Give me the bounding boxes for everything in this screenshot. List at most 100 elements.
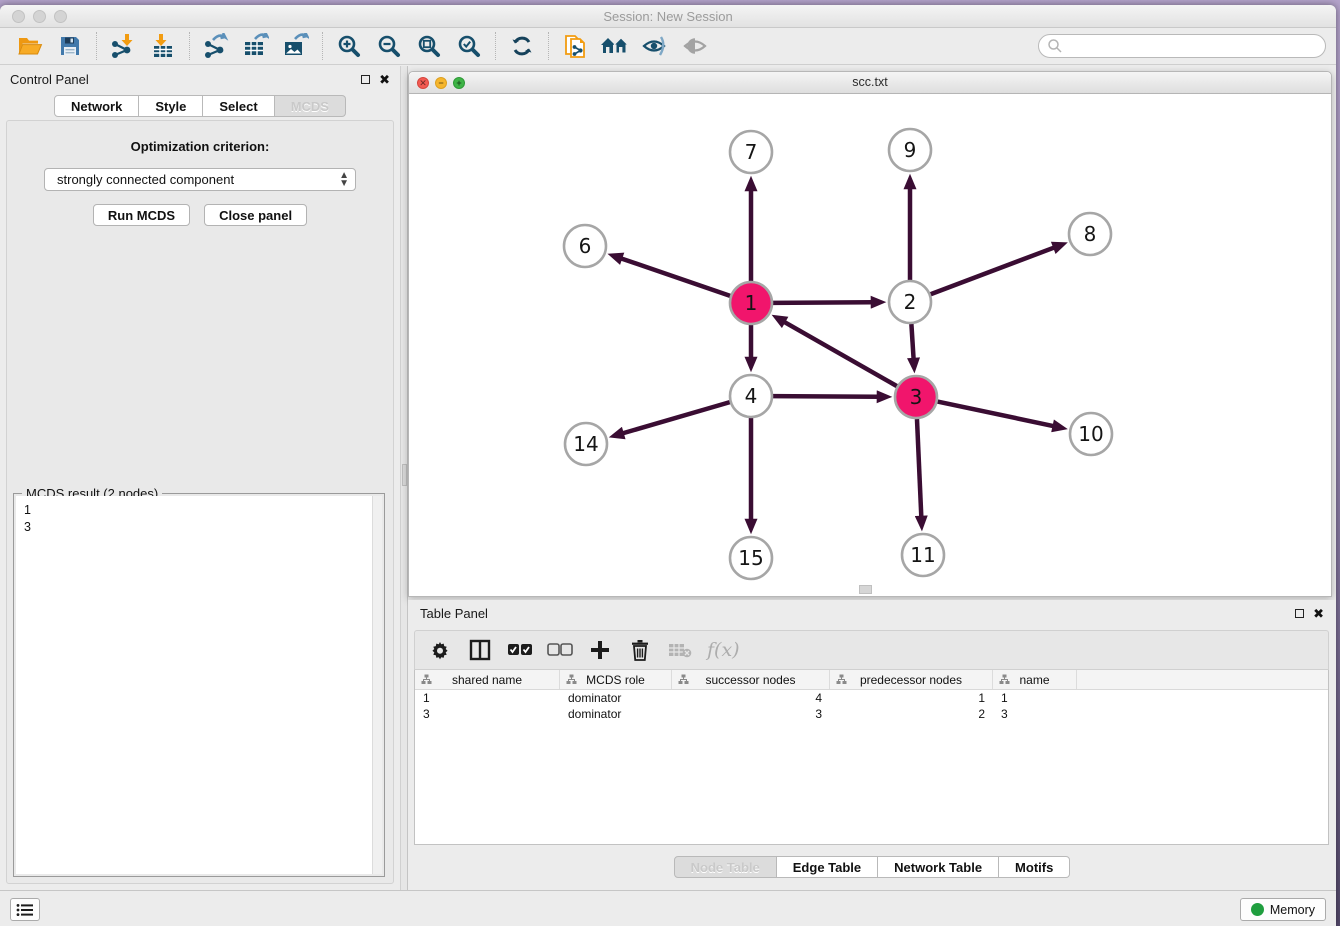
export-table-icon[interactable] — [239, 31, 273, 61]
dropdown-stepper-icon: ▲▼ — [339, 172, 349, 188]
table-row[interactable]: 1dominator411 — [415, 690, 1328, 706]
network-graph[interactable]: 7 9 6 8 1 2 4 3 14 10 15 11 — [409, 94, 1331, 596]
export-image-icon[interactable] — [279, 31, 313, 61]
result-scrollbar[interactable] — [372, 496, 382, 874]
search-input[interactable] — [1038, 34, 1326, 58]
svg-text:4: 4 — [745, 384, 758, 408]
graph-node-4[interactable]: 4 — [730, 375, 772, 417]
tab-mcds[interactable]: MCDS — [275, 95, 346, 117]
criterion-dropdown[interactable]: strongly connected component ▲▼ — [44, 168, 356, 191]
edge-3-10[interactable] — [938, 402, 1054, 427]
save-session-icon[interactable] — [53, 31, 87, 61]
table-cell[interactable]: 3 — [672, 706, 830, 722]
column-header-predecessor-nodes[interactable]: predecessor nodes — [830, 670, 993, 689]
tab-network-table[interactable]: Network Table — [878, 856, 999, 878]
refresh-icon[interactable] — [505, 31, 539, 61]
mcds-result-list[interactable]: 13 — [16, 496, 382, 874]
edge-3-1[interactable] — [784, 322, 897, 386]
select-all-icon[interactable] — [507, 637, 533, 663]
memory-button[interactable]: Memory — [1240, 898, 1326, 921]
edge-2-3[interactable] — [911, 324, 913, 359]
open-file-icon[interactable] — [13, 31, 47, 61]
table-cell[interactable]: dominator — [560, 690, 672, 706]
column-header-shared-name[interactable]: shared name — [415, 670, 560, 689]
import-table-icon[interactable] — [146, 31, 180, 61]
float-table-panel-icon[interactable] — [1295, 609, 1304, 618]
network-minimize-icon[interactable]: − — [435, 77, 447, 89]
graph-node-8[interactable]: 8 — [1069, 213, 1111, 255]
table-cell[interactable]: 1 — [993, 690, 1077, 706]
table-cell[interactable]: 3 — [993, 706, 1077, 722]
tab-select[interactable]: Select — [203, 95, 274, 117]
column-header-successor-nodes[interactable]: successor nodes — [672, 670, 830, 689]
tab-node-table[interactable]: Node Table — [674, 856, 777, 878]
network-window-titlebar[interactable]: ✕ − + scc.txt — [409, 72, 1331, 94]
network-maximize-icon[interactable]: + — [453, 77, 465, 89]
node-table[interactable]: shared nameMCDS rolesuccessor nodesprede… — [414, 670, 1329, 845]
export-network-icon[interactable] — [199, 31, 233, 61]
delete-column-icon[interactable] — [627, 637, 653, 663]
table-header-row[interactable]: shared nameMCDS rolesuccessor nodesprede… — [415, 670, 1328, 690]
table-cell[interactable]: 1 — [415, 690, 560, 706]
graph-node-15[interactable]: 15 — [730, 537, 772, 579]
graph-node-7[interactable]: 7 — [730, 131, 772, 173]
show-all-icon — [678, 31, 712, 61]
edge-4-3[interactable] — [773, 396, 878, 397]
task-history-button[interactable] — [10, 898, 40, 921]
tab-network[interactable]: Network — [54, 95, 139, 117]
table-cell[interactable]: dominator — [560, 706, 672, 722]
network-canvas[interactable]: 7 9 6 8 1 2 4 3 14 10 15 11 — [409, 94, 1331, 596]
table-body[interactable]: 1dominator4113dominator323 — [415, 690, 1328, 722]
import-network-icon[interactable] — [106, 31, 140, 61]
graph-node-3[interactable]: 3 — [895, 376, 937, 418]
graph-node-9[interactable]: 9 — [889, 129, 931, 171]
table-cell[interactable]: 4 — [672, 690, 830, 706]
close-panel-icon[interactable]: ✖ — [379, 73, 390, 86]
table-cell[interactable]: 1 — [830, 690, 993, 706]
table-cell[interactable]: 2 — [830, 706, 993, 722]
table-row[interactable]: 3dominator323 — [415, 706, 1328, 722]
canvas-resize-grip-icon[interactable] — [859, 585, 872, 594]
column-layout-icon[interactable] — [467, 637, 493, 663]
tab-edge-table[interactable]: Edge Table — [777, 856, 878, 878]
zoom-out-icon[interactable] — [372, 31, 406, 61]
float-panel-icon[interactable] — [361, 75, 370, 84]
tab-motifs[interactable]: Motifs — [999, 856, 1070, 878]
edge-4-14[interactable] — [622, 402, 729, 433]
graph-node-2[interactable]: 2 — [889, 281, 931, 323]
add-column-icon[interactable] — [587, 637, 613, 663]
tab-style[interactable]: Style — [139, 95, 203, 117]
edge-2-8[interactable] — [931, 247, 1055, 294]
first-neighbors-icon[interactable] — [598, 31, 632, 61]
settings-gear-icon[interactable] — [427, 637, 453, 663]
network-close-icon[interactable]: ✕ — [417, 77, 429, 89]
graph-node-1[interactable]: 1 — [730, 282, 772, 324]
panel-splitter[interactable] — [400, 66, 408, 890]
graph-node-14[interactable]: 14 — [565, 423, 607, 465]
edge-1-2[interactable] — [773, 302, 872, 303]
graph-node-10[interactable]: 10 — [1070, 413, 1112, 455]
zoom-in-icon[interactable] — [332, 31, 366, 61]
column-header-name[interactable]: name — [993, 670, 1077, 689]
toolbar-separator — [322, 32, 323, 60]
close-table-panel-icon[interactable]: ✖ — [1313, 607, 1324, 620]
edge-3-11[interactable] — [917, 419, 921, 517]
graph-node-11[interactable]: 11 — [902, 534, 944, 576]
zoom-selected-icon[interactable] — [452, 31, 486, 61]
result-item[interactable]: 1 — [24, 502, 382, 519]
column-header-MCDS-role[interactable]: MCDS role — [560, 670, 672, 689]
run-mcds-button[interactable]: Run MCDS — [93, 204, 190, 226]
table-tabs: Node Table Edge Table Network Table Moti… — [408, 856, 1336, 878]
deselect-all-icon[interactable] — [547, 637, 573, 663]
close-panel-button[interactable]: Close panel — [204, 204, 307, 226]
hide-selected-icon[interactable] — [638, 31, 672, 61]
edge-1-6[interactable] — [621, 258, 730, 296]
result-item[interactable]: 3 — [24, 519, 382, 536]
new-network-from-selection-icon[interactable] — [558, 31, 592, 61]
graph-node-6[interactable]: 6 — [564, 225, 606, 267]
title-bar: Session: New Session — [0, 5, 1336, 28]
splitter-grip-icon[interactable] — [402, 464, 407, 486]
table-panel-title: Table Panel — [420, 606, 488, 621]
table-cell[interactable]: 3 — [415, 706, 560, 722]
zoom-fit-icon[interactable] — [412, 31, 446, 61]
